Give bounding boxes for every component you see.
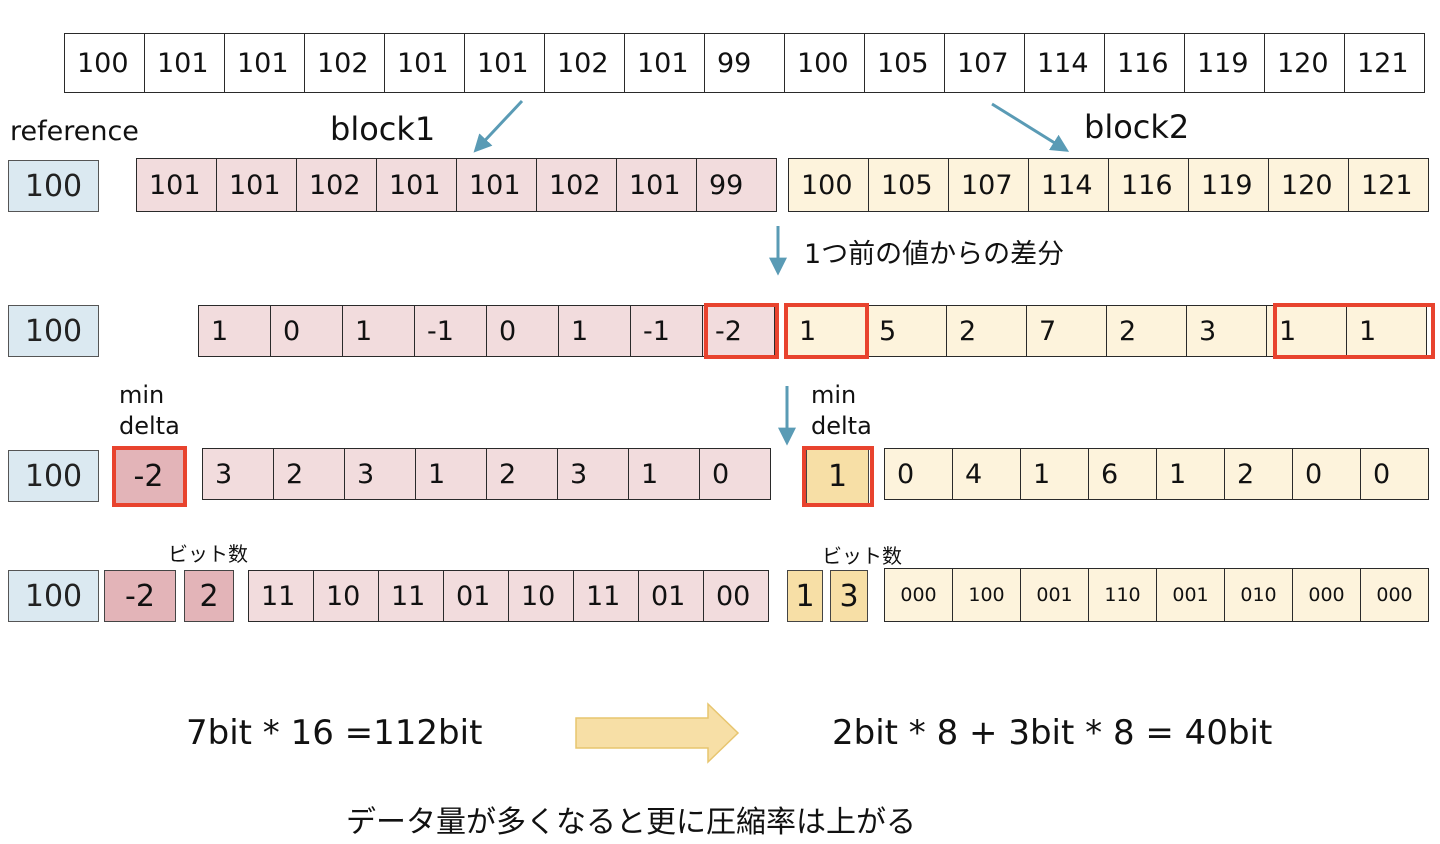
summary-note: データ量が多くなると更に圧縮率は上がる (346, 805, 916, 840)
big-right-arrow (575, 702, 740, 764)
block2-split-arrow (991, 102, 1070, 152)
summary-after: 2bit * 8 + 3bit * 8 = 40bit (832, 713, 1273, 753)
block1-split-arrow (473, 99, 524, 153)
summary-before: 7bit * 16 =112bit (186, 713, 483, 753)
